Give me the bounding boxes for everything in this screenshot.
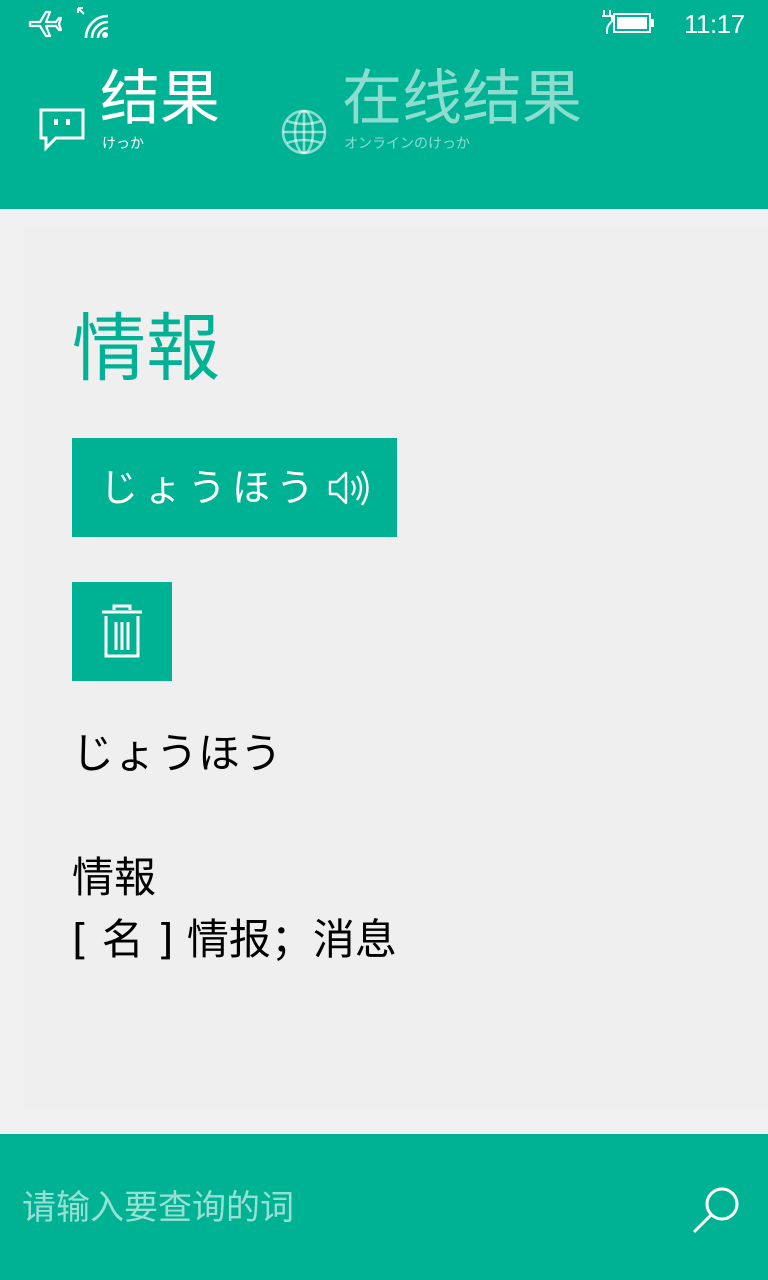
clock: 11:17 [684, 9, 745, 39]
tab-results-sublabel: けっか [102, 136, 144, 152]
delete-button[interactable] [72, 582, 172, 681]
speaker-icon [328, 470, 369, 506]
tab-bar: 结果 けっか 在线结果 オンラインのけっか [0, 48, 768, 208]
entry-word: 情報 [72, 853, 157, 902]
headword-title: 情報 [72, 306, 220, 392]
tab-online-results-sublabel: オンラインのけっか [344, 136, 470, 152]
entry-reading: じょうほう [72, 729, 283, 778]
chat-icon [39, 108, 85, 152]
search-input[interactable] [22, 1182, 662, 1234]
search-bar [0, 1134, 768, 1280]
pronounce-button[interactable]: じょうほう [72, 438, 397, 537]
battery-charging-icon [602, 10, 654, 34]
entry-definition: [ 名 ] 情报；消息 [72, 915, 397, 964]
globe-icon [281, 109, 327, 155]
trash-icon [102, 604, 142, 658]
status-bar: 11:17 [0, 0, 768, 48]
tab-results-label: 结果 [100, 64, 220, 134]
wifi-icon [77, 7, 109, 39]
pronounce-button-label: じょうほう [100, 466, 321, 510]
airplane-icon [28, 10, 62, 38]
search-icon[interactable] [690, 1184, 742, 1236]
result-panel: 情報 じょうほう じょうほう 情報 [ 名 ] 情报；消息 [0, 209, 768, 1134]
tab-online-results-label: 在线结果 [342, 64, 582, 134]
